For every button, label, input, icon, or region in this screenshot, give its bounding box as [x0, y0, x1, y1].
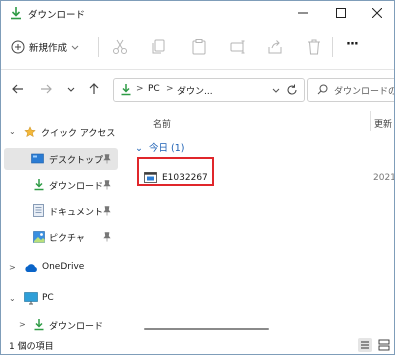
- sidebar-item-quick-access[interactable]: ⌄ クイック アクセス: [1, 121, 119, 143]
- cut-icon[interactable]: [111, 38, 129, 56]
- file-date-modified: 2021/: [373, 173, 394, 183]
- minimize-button[interactable]: [285, 1, 321, 25]
- breadcrumb-downloads[interactable]: ダウン...: [177, 84, 213, 97]
- pin-icon: [103, 180, 111, 190]
- desktop-icon: [31, 153, 44, 164]
- command-separator: [332, 37, 333, 57]
- download-folder-icon: [121, 84, 131, 96]
- address-bar[interactable]: > PC > ダウン...: [113, 78, 305, 102]
- title-bar[interactable]: ダウンロード: [1, 1, 394, 25]
- new-button-label: 新規作成: [29, 43, 68, 54]
- highlight-box: [137, 157, 214, 186]
- close-button[interactable]: [359, 1, 394, 25]
- chevron-right-icon[interactable]: >: [19, 320, 26, 329]
- sidebar-item-pictures[interactable]: ピクチャ: [1, 226, 119, 248]
- delete-icon[interactable]: [305, 38, 323, 56]
- document-icon: [33, 204, 44, 217]
- sidebar-item-documents[interactable]: ドキュメント: [1, 200, 119, 222]
- column-header-modified[interactable]: 更新: [374, 117, 392, 130]
- forward-arrow-icon[interactable]: [38, 81, 54, 97]
- chevron-down-icon[interactable]: ⌄: [9, 294, 16, 303]
- tiles-view-icon: [378, 339, 390, 351]
- sidebar-item-label: PC: [42, 293, 54, 303]
- pin-icon: [103, 206, 111, 216]
- close-icon: [372, 8, 382, 18]
- details-view-button[interactable]: [358, 338, 372, 352]
- plus-circle-icon: [11, 40, 25, 54]
- sidebar-item-label: デスクトップ: [49, 156, 104, 166]
- toolbar-divider: [1, 69, 394, 70]
- new-button[interactable]: 新規作成: [11, 36, 79, 58]
- chevron-down-icon[interactable]: ⌄: [135, 143, 143, 154]
- window-title: ダウンロード: [28, 10, 86, 21]
- chevron-down-icon[interactable]: ⌄: [9, 127, 16, 136]
- status-bar: 1 個の項目: [1, 336, 394, 354]
- pin-icon: [103, 154, 111, 164]
- star-icon: [24, 126, 36, 138]
- sidebar-item-label: ドキュメント: [49, 208, 104, 218]
- column-divider[interactable]: [370, 111, 371, 131]
- sidebar-item-downloads[interactable]: ダウンロード: [1, 174, 119, 196]
- sidebar-item-label: ダウンロード: [49, 182, 104, 192]
- command-separator: [98, 37, 99, 57]
- up-arrow-icon[interactable]: [86, 81, 102, 97]
- file-list-pane: 名前 更新 ⌄ 今日 (1) E1032267 2021/: [129, 109, 394, 335]
- pictures-icon: [33, 231, 45, 243]
- pin-icon: [103, 232, 111, 242]
- column-header-name[interactable]: 名前: [153, 117, 171, 130]
- recent-locations-chevron-icon[interactable]: [63, 81, 79, 97]
- share-icon[interactable]: [266, 38, 284, 56]
- sidebar-item-label: ピクチャ: [49, 234, 85, 244]
- address-dropdown-chevron-icon[interactable]: [271, 85, 281, 95]
- maximize-button[interactable]: [323, 1, 359, 25]
- sidebar-item-desktop[interactable]: デスクトップ: [4, 148, 118, 170]
- cloud-icon: [25, 264, 37, 272]
- tiles-view-button[interactable]: [377, 338, 391, 352]
- paste-icon[interactable]: [190, 38, 208, 56]
- chevron-right-icon[interactable]: >: [9, 263, 16, 272]
- command-bar: 新規作成 ···: [1, 27, 394, 67]
- sidebar-item-pc[interactable]: ⌄ PC: [1, 288, 119, 310]
- group-header-today[interactable]: ⌄ 今日 (1): [135, 140, 184, 154]
- download-folder-icon: [11, 7, 21, 20]
- download-folder-icon: [34, 179, 44, 191]
- back-arrow-icon[interactable]: [10, 81, 26, 97]
- maximize-icon: [336, 8, 346, 18]
- refresh-icon[interactable]: [286, 84, 298, 96]
- search-icon: [317, 84, 328, 95]
- item-count: 1 個の項目: [9, 342, 54, 352]
- sidebar-item-label: ダウンロード: [49, 322, 104, 332]
- sidebar-item-onedrive[interactable]: > OneDrive: [1, 257, 119, 279]
- copy-icon[interactable]: [150, 38, 168, 56]
- details-view-icon: [361, 341, 369, 349]
- navigation-pane: ⌄ クイック アクセス デスクトップ ダウンロード ドキュメント ピクチャ > …: [1, 113, 125, 335]
- horizontal-scrollbar[interactable]: [144, 328, 269, 330]
- breadcrumb-pc[interactable]: PC: [148, 84, 160, 94]
- more-icon[interactable]: ···: [346, 37, 359, 52]
- breadcrumb-separator: >: [166, 84, 174, 94]
- file-explorer-window: ダウンロード 新規作成 ··· > PC > ダウン... ダウンロード ⌄ ク…: [0, 0, 395, 355]
- search-placeholder: ダウンロードの検索: [334, 87, 394, 97]
- breadcrumb-separator: >: [136, 84, 144, 94]
- search-box[interactable]: ダウンロードの検索: [307, 78, 394, 102]
- sidebar-item-label: OneDrive: [42, 262, 85, 272]
- group-header-label: 今日 (1): [149, 143, 185, 154]
- sidebar-item-label: クイック アクセス: [41, 129, 116, 139]
- rename-icon[interactable]: [229, 38, 247, 56]
- sidebar-item-pc-downloads[interactable]: > ダウンロード: [1, 314, 119, 336]
- minimize-icon: [298, 12, 308, 14]
- computer-icon: [24, 292, 38, 305]
- chevron-down-icon: [71, 45, 79, 50]
- download-folder-icon: [34, 319, 44, 331]
